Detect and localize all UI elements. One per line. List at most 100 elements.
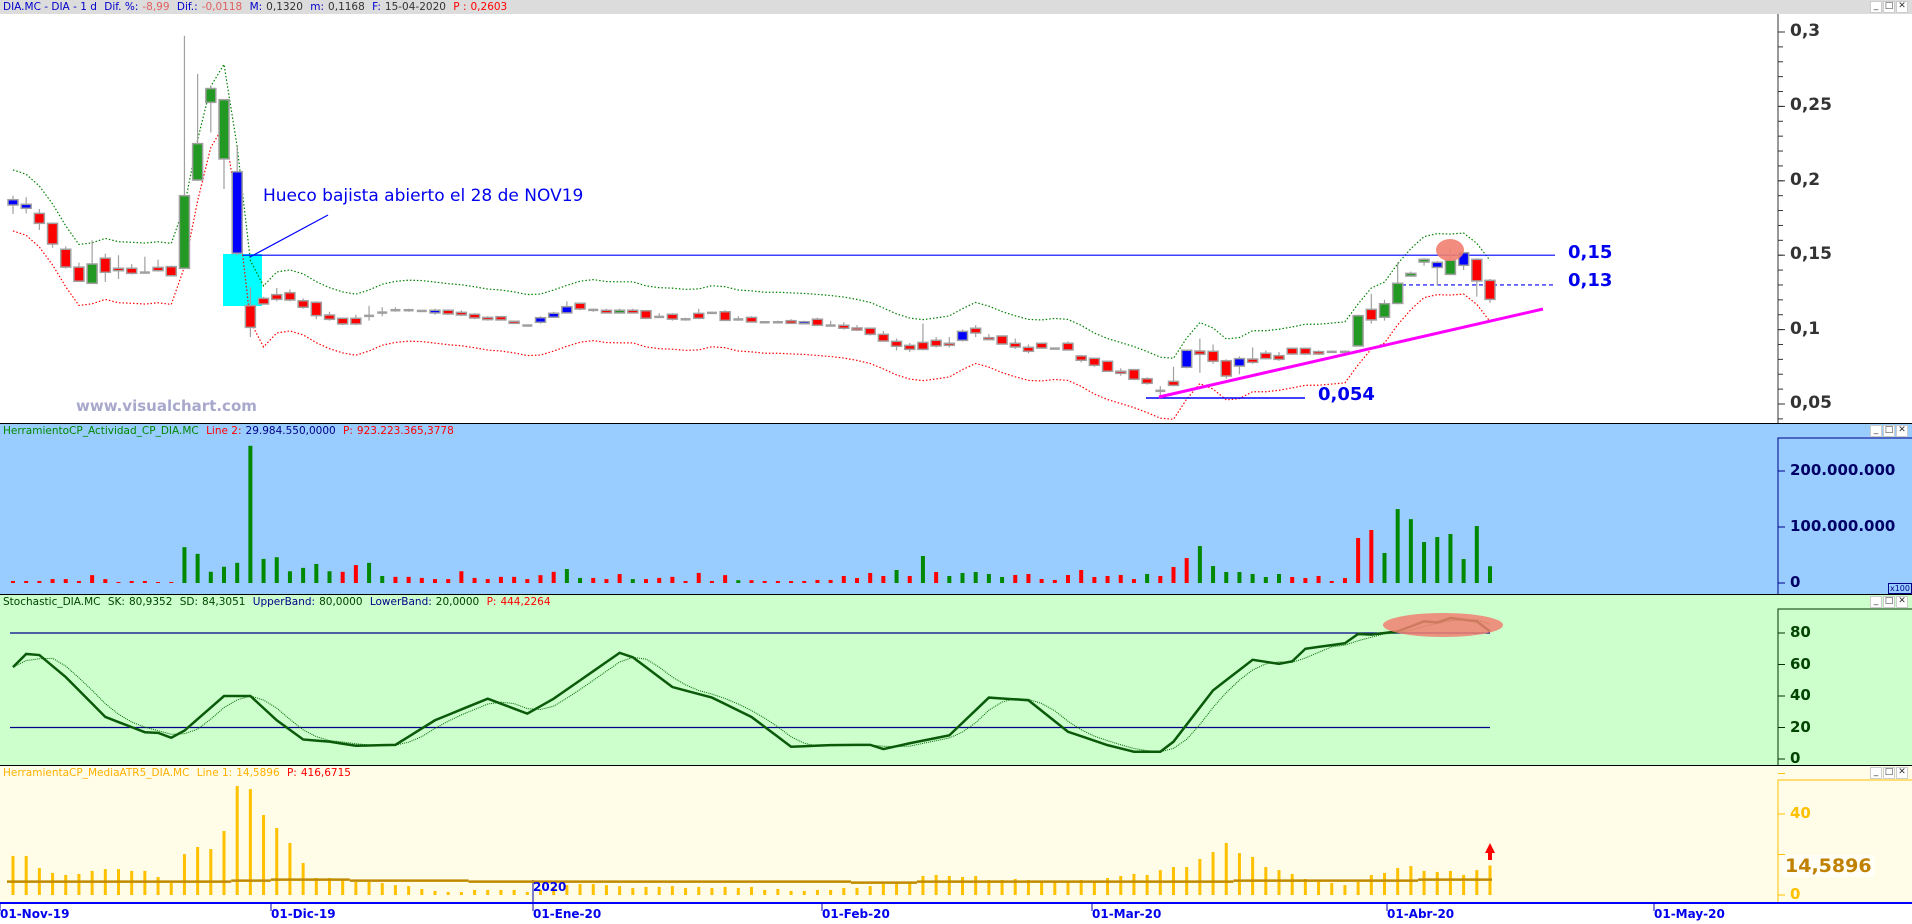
volume-bar (208, 571, 213, 583)
atr-bar (1330, 883, 1334, 895)
atr-bar (710, 887, 714, 895)
atr-bar (499, 889, 503, 895)
atr-bar (51, 872, 55, 895)
candle-body (1194, 350, 1206, 356)
candle-body (1246, 358, 1259, 364)
candle-body (99, 257, 112, 274)
volume-bar (934, 572, 939, 583)
volume-bar (644, 579, 648, 583)
volume-bar (736, 580, 741, 583)
volume-bar (1066, 574, 1070, 583)
date-label: 01-Dic-19 (271, 907, 336, 921)
atr-bar (486, 889, 490, 895)
candle-doji (403, 308, 414, 312)
atr-bar (64, 874, 68, 895)
atr-bar (407, 886, 411, 895)
watermark: www.visualchart.com (76, 397, 257, 415)
volume-bar (1158, 576, 1163, 583)
volume-bar (393, 576, 398, 583)
atr-bar (1383, 872, 1386, 895)
candle-body (1273, 354, 1285, 361)
atr-bar (525, 891, 529, 895)
volume-bar (1197, 546, 1202, 583)
candle-body (1444, 259, 1457, 276)
atr-bar (1237, 853, 1241, 895)
candle-body (350, 317, 362, 325)
volume-bar (235, 562, 240, 583)
atr-axis-line (1777, 779, 1912, 902)
atr-bar (1422, 870, 1426, 895)
candle-body (1035, 342, 1048, 349)
volume-bar (670, 576, 675, 583)
volume-bar (327, 571, 332, 583)
volume-bar (815, 579, 820, 583)
atr-bar (750, 886, 753, 895)
volume-bar (1263, 577, 1268, 583)
volume-bar (1290, 577, 1295, 583)
atr-bar (367, 882, 371, 895)
atr-bar (169, 883, 173, 895)
volume-bar (498, 576, 503, 583)
atr-bar (1369, 874, 1373, 895)
candle-body (1378, 302, 1391, 318)
candle-body (284, 291, 296, 301)
atr-bar (196, 847, 200, 895)
candle-body (983, 336, 995, 341)
volume-bar (287, 571, 292, 583)
candle-body (1128, 368, 1140, 381)
stoch-highlight-ellipse (1383, 613, 1503, 637)
volume-bar (973, 572, 978, 583)
candle-doji (772, 321, 783, 324)
gap-annotation: Hueco bajista abierto el 28 de NOV19 (263, 186, 584, 206)
candle-body (666, 313, 679, 320)
candle-body (719, 310, 731, 322)
candle-body (561, 305, 573, 314)
candle-body (600, 309, 613, 314)
volume-bar (142, 580, 147, 583)
atr-bar (855, 887, 859, 895)
candle-doji (377, 311, 388, 314)
atr-bar (789, 890, 793, 895)
volume-bar (1145, 573, 1150, 583)
volume-bar (868, 572, 873, 583)
candle-body (205, 87, 217, 104)
date-label: 01-Mar-20 (1092, 907, 1162, 921)
volume-bar (894, 570, 899, 583)
atr-bar (1119, 875, 1123, 895)
candle-body (33, 212, 46, 225)
volume-bar (1342, 578, 1347, 583)
candle-body (73, 266, 85, 282)
candle-body (1418, 258, 1430, 263)
atr-bar (868, 886, 872, 895)
candle-body (996, 335, 1008, 345)
gap-box (223, 254, 262, 306)
candle-body (851, 327, 863, 331)
candle-body (1167, 380, 1180, 387)
volume-bar (1488, 566, 1492, 583)
volume-bar (485, 579, 490, 583)
atr-bar (354, 882, 358, 895)
volume-tick-label: 100.000.000 (1790, 517, 1896, 535)
volume-bar (1277, 573, 1281, 583)
stoch-tick-label: 40 (1790, 686, 1811, 704)
price-tick-label: 0,15 (1790, 244, 1832, 265)
volume-bar (986, 573, 991, 583)
candle-body (547, 312, 560, 318)
volume-bar (353, 565, 358, 583)
atr-bar (881, 884, 885, 895)
volume-bar (1211, 566, 1216, 583)
volume-bar (696, 572, 701, 583)
atr-bar (723, 886, 727, 895)
volume-bar (1382, 552, 1387, 583)
volume-bar (1250, 573, 1255, 583)
volume-bar (683, 580, 688, 583)
candle-body (7, 198, 19, 206)
candle-body (1233, 357, 1246, 367)
candle-body (1286, 347, 1298, 355)
atr-bar (776, 888, 780, 895)
date-label: 01-Nov-19 (0, 907, 70, 921)
volume-bar (1092, 577, 1097, 583)
volume-bar (578, 577, 583, 583)
candle-body (1220, 359, 1232, 377)
stoch-tick-label: 60 (1790, 654, 1811, 673)
